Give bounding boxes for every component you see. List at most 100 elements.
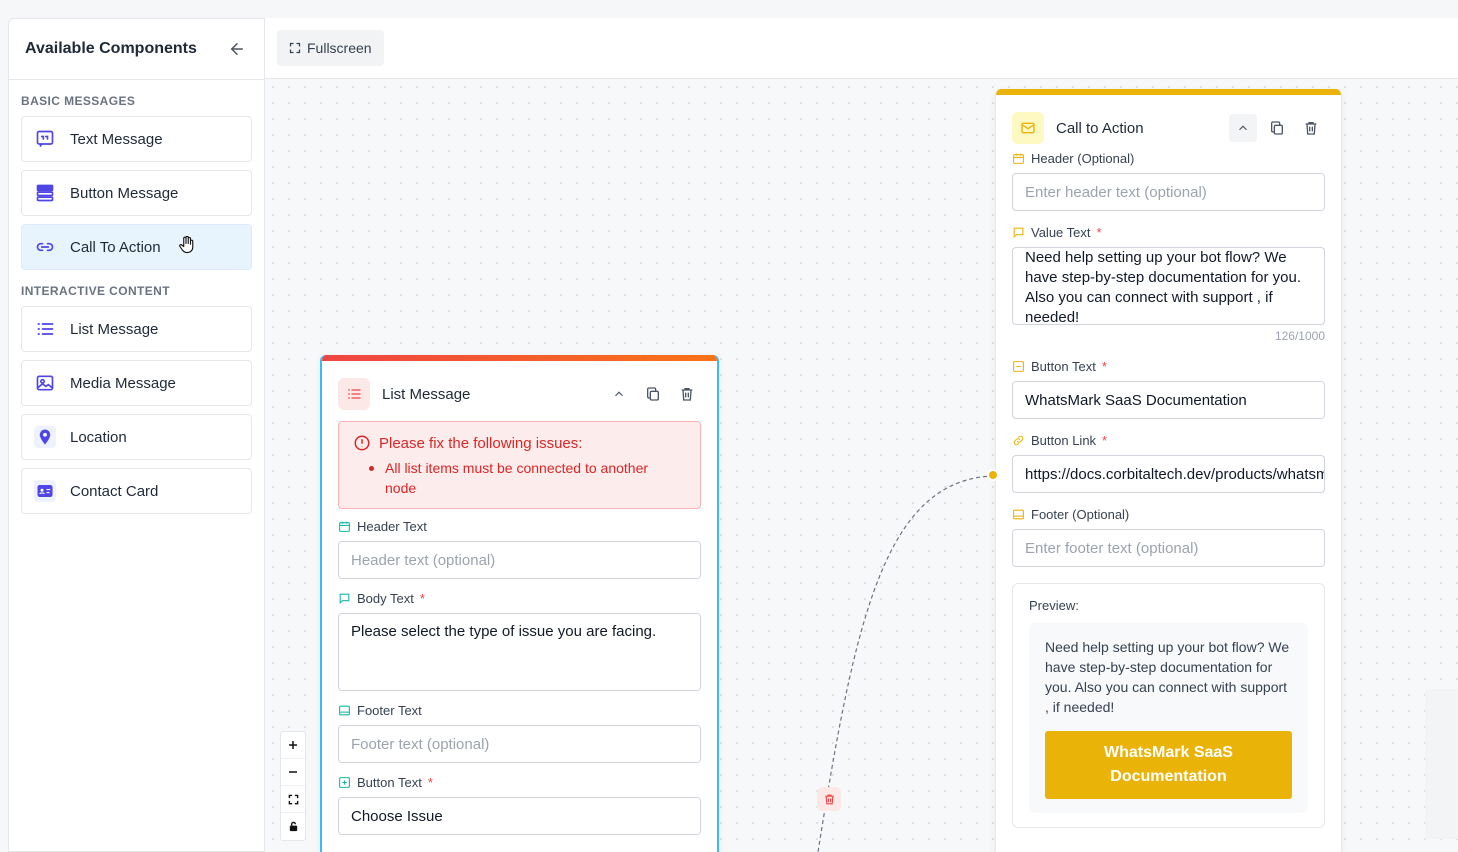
- arrow-left-icon: [231, 43, 243, 55]
- node-connection-handle[interactable]: [987, 469, 999, 481]
- node-header: List Message: [322, 371, 717, 417]
- sidebar-item-location[interactable]: Location: [21, 414, 252, 460]
- sidebar-item-list-message[interactable]: List Message: [21, 306, 252, 352]
- field-label-text: Button Text: [1031, 359, 1096, 374]
- value-text-input[interactable]: Need help setting up your bot flow? We h…: [1012, 247, 1325, 325]
- list-icon: [34, 318, 56, 340]
- button-text-label: Button Text *: [322, 775, 717, 790]
- message-preview: Preview: Need help setting up your bot f…: [1012, 583, 1325, 828]
- field-label-text: Value Text: [1031, 225, 1091, 240]
- calendar-icon: [339, 521, 350, 532]
- sidebar-item-label: Media Message: [70, 374, 176, 392]
- zoom-in-button[interactable]: [281, 732, 305, 759]
- footer-icon: [1013, 509, 1024, 520]
- fullscreen-icon: [289, 42, 301, 54]
- collapse-node-button[interactable]: [605, 380, 633, 408]
- flow-canvas[interactable]: List Message Please fix the following is…: [265, 79, 1458, 852]
- contact-card-icon: [34, 480, 56, 502]
- alert-circle-icon: [354, 435, 370, 451]
- delete-node-button[interactable]: [1297, 114, 1325, 142]
- fullscreen-label: Fullscreen: [307, 40, 372, 56]
- trash-icon: [1305, 122, 1317, 135]
- chevron-up-icon: [615, 391, 623, 397]
- zoom-out-button[interactable]: [281, 759, 305, 786]
- collapse-sidebar-button[interactable]: [226, 38, 248, 60]
- section-basic-messages: BASIC MESSAGES: [21, 94, 136, 108]
- node-header: Call to Action: [996, 105, 1341, 151]
- list-message-node[interactable]: List Message Please fix the following is…: [320, 355, 719, 852]
- delete-node-button[interactable]: [673, 380, 701, 408]
- call-to-action-node[interactable]: Call to Action Header (Optional) Enter h…: [995, 89, 1342, 852]
- message-square-icon: [1013, 227, 1024, 239]
- field-label-text: Header Text: [357, 519, 427, 534]
- button-text-input[interactable]: Choose Issue: [338, 797, 701, 835]
- field-label-text: Body Text: [357, 591, 414, 606]
- button-message-icon: [34, 182, 56, 204]
- node-title: List Message: [382, 385, 471, 403]
- duplicate-node-button[interactable]: [1263, 114, 1291, 142]
- required-mark: *: [1102, 433, 1108, 448]
- collapse-node-button[interactable]: [1229, 114, 1257, 142]
- fit-view-button[interactable]: [281, 786, 305, 813]
- sidebar-title: Available Components: [25, 40, 197, 57]
- header-optional-label: Header (Optional): [996, 151, 1341, 166]
- sidebar-item-media-message[interactable]: Media Message: [21, 360, 252, 406]
- mail-icon: [1012, 112, 1044, 144]
- top-strip: [0, 0, 1458, 18]
- validation-error-box: Please fix the following issues: All lis…: [338, 421, 701, 509]
- sidebar-item-label: Call To Action: [70, 238, 161, 256]
- quote-message-icon: [34, 128, 56, 150]
- calendar-icon: [1013, 153, 1024, 164]
- list-icon: [338, 378, 370, 410]
- sidebar-item-button-message[interactable]: Button Message: [21, 170, 252, 216]
- button-text-label: Button Text *: [996, 359, 1341, 374]
- header-text-label: Header Text: [322, 519, 717, 534]
- footer-input[interactable]: Enter footer text (optional): [1012, 529, 1325, 567]
- image-icon: [34, 372, 56, 394]
- components-sidebar: Available Components BASIC MESSAGES Text…: [8, 18, 265, 852]
- required-mark: *: [1101, 359, 1107, 374]
- delete-edge-button[interactable]: [817, 787, 841, 811]
- node-top-bar: [996, 89, 1341, 95]
- duplicate-node-button[interactable]: [639, 380, 667, 408]
- lock-button[interactable]: [281, 813, 305, 840]
- footer-text-input[interactable]: Footer text (optional): [338, 725, 701, 763]
- canvas-toolbar: Fullscreen: [265, 18, 1458, 79]
- preview-label: Preview:: [1029, 598, 1079, 613]
- preview-cta-button[interactable]: WhatsMark SaaS Documentation: [1045, 731, 1292, 799]
- sidebar-item-text-message[interactable]: Text Message: [21, 116, 252, 162]
- sidebar-header: Available Components: [9, 19, 264, 80]
- header-text-input[interactable]: Header text (optional): [338, 541, 701, 579]
- character-counter: 126/1000: [1274, 329, 1325, 343]
- header-input[interactable]: Enter header text (optional): [1012, 173, 1325, 211]
- required-mark: *: [419, 591, 425, 606]
- node-top-bar: [322, 355, 717, 361]
- required-mark: *: [1096, 225, 1102, 240]
- copy-icon: [1271, 121, 1283, 135]
- button-text-input[interactable]: WhatsMark SaaS Documentation: [1012, 381, 1325, 419]
- lock-icon: [289, 821, 297, 832]
- field-label-text: Footer (Optional): [1031, 507, 1130, 522]
- button-link-input[interactable]: https://docs.corbitaltech.dev/products/w…: [1012, 455, 1325, 493]
- minimap[interactable]: [1425, 689, 1458, 839]
- minus-square-icon: [1013, 361, 1024, 372]
- sidebar-item-label: Location: [70, 428, 127, 446]
- body-text-input[interactable]: Please select the type of issue you are …: [338, 613, 701, 691]
- fullscreen-button[interactable]: Fullscreen: [277, 30, 384, 66]
- trash-icon: [824, 794, 834, 804]
- sidebar-item-contact-card[interactable]: Contact Card: [21, 468, 252, 514]
- fit-view-icon: [288, 794, 298, 804]
- preview-text: Need help setting up your bot flow? We h…: [1045, 639, 1290, 715]
- error-header: Please fix the following issues:: [353, 434, 686, 452]
- copy-icon: [647, 387, 659, 401]
- footer-icon: [339, 705, 350, 716]
- sidebar-item-label: Button Message: [70, 184, 179, 202]
- preview-bubble: Need help setting up your bot flow? We h…: [1029, 623, 1308, 813]
- sidebar-item-call-to-action[interactable]: Call To Action: [21, 224, 252, 270]
- section-interactive-content: INTERACTIVE CONTENT: [21, 284, 170, 298]
- button-link-label: Button Link *: [996, 433, 1341, 448]
- footer-text-label: Footer Text: [322, 703, 717, 718]
- sidebar-item-label: Contact Card: [70, 482, 159, 500]
- zoom-controls: [280, 731, 306, 841]
- link-icon: [34, 236, 56, 258]
